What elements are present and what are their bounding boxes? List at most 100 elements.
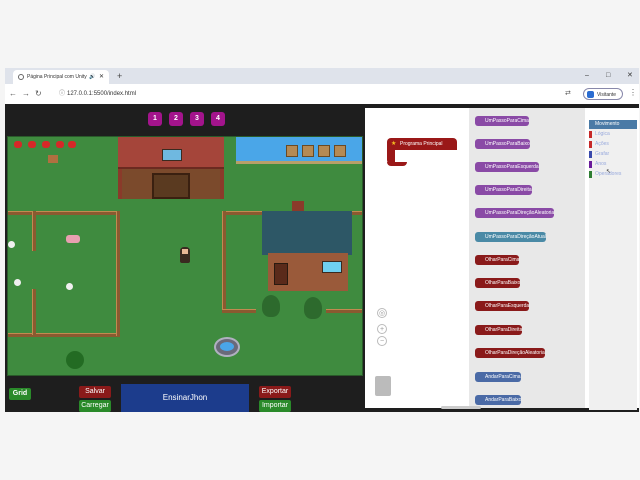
chicken xyxy=(14,279,21,286)
block-notch xyxy=(477,210,483,216)
category-label: Ações xyxy=(595,141,609,147)
recenter-icon[interactable]: ◎ xyxy=(377,308,387,318)
translate-icon[interactable]: ⇄ xyxy=(565,89,571,97)
url-field[interactable]: ⓘ 127.0.0.1:5500/index.html xyxy=(53,87,553,101)
import-button[interactable]: Importar xyxy=(259,400,291,412)
house-window xyxy=(322,261,342,273)
bush xyxy=(66,351,84,369)
category-color xyxy=(589,171,592,178)
zoom-out-icon[interactable]: − xyxy=(377,336,387,346)
fence xyxy=(222,309,256,313)
block-notch xyxy=(477,374,483,380)
blockly-workspace[interactable]: ★ Programa Principal UmPassoParaCima UmP… xyxy=(365,108,639,410)
browser-tab[interactable]: Página Principal com Unity 🔊 ✕ xyxy=(13,70,109,84)
trash-icon[interactable] xyxy=(375,376,391,396)
back-icon[interactable]: ← xyxy=(9,87,17,101)
fence xyxy=(32,289,36,335)
category-label: Lógica xyxy=(595,131,610,137)
fence xyxy=(8,333,120,337)
block-label: OlharParaCima xyxy=(485,257,520,263)
forward-icon[interactable]: → xyxy=(22,87,30,101)
barn xyxy=(118,137,224,199)
reload-icon[interactable]: ↻ xyxy=(35,87,42,101)
speaker-icon[interactable]: 🔊 xyxy=(89,70,95,84)
category-anos[interactable]: Anos xyxy=(589,160,637,169)
category-color xyxy=(589,131,592,138)
block-label: UmPassoParaDireçãoAtual xyxy=(485,234,546,240)
fence xyxy=(8,211,120,215)
block-olhar-aleatoria[interactable]: OlharParaDireçãoAleatoria xyxy=(475,348,545,358)
tree xyxy=(304,297,322,319)
zoom-in-icon[interactable]: + xyxy=(377,324,387,334)
block-notch xyxy=(477,164,483,170)
maximize-button[interactable]: □ xyxy=(606,68,610,84)
block-label: UmPassoParaDireita xyxy=(485,187,532,193)
tab-title: Página Principal com Unity xyxy=(27,74,87,80)
info-icon[interactable]: ⓘ xyxy=(59,87,65,101)
kebab-menu-icon[interactable]: ⋮ xyxy=(629,88,637,97)
block-um-passo-baixo[interactable]: UmPassoParaBaixo xyxy=(475,139,530,149)
block-um-passo-cima[interactable]: UmPassoParaCima xyxy=(475,116,529,126)
level-1-button[interactable]: 1 xyxy=(148,112,162,126)
category-label: Movimento xyxy=(595,121,620,127)
dog xyxy=(48,155,58,163)
main-program-block[interactable]: ★ Programa Principal xyxy=(387,138,459,166)
category-logica[interactable]: Lógica xyxy=(589,130,637,139)
block-andar-cima[interactable]: AndarParaCima xyxy=(475,372,521,382)
block-olhar-cima[interactable]: OlharParaCima xyxy=(475,255,520,265)
block-label: UmPassoParaDireçãoAleatoria xyxy=(485,210,555,216)
fence xyxy=(326,309,362,313)
block-olhar-baixo[interactable]: OlharParaBaixo xyxy=(475,278,521,288)
category-acoes[interactable]: Ações xyxy=(589,140,637,149)
eye-icon xyxy=(477,327,483,333)
grid-button[interactable]: Grid xyxy=(9,388,31,400)
block-label: OlharParaDireita xyxy=(485,327,523,333)
level-3-button[interactable]: 3 xyxy=(190,112,204,126)
main-program-label: Programa Principal xyxy=(400,141,443,147)
main-program-header: ★ Programa Principal xyxy=(387,138,457,150)
house xyxy=(262,201,352,291)
block-notch xyxy=(477,118,483,124)
address-bar: ← → ↻ ⓘ 127.0.0.1:5500/index.html ⇄ Visi… xyxy=(5,84,639,105)
block-label: OlharParaDireçãoAleatoria xyxy=(485,350,545,356)
block-um-passo-aleatoria[interactable]: UmPassoParaDireçãoAleatoria xyxy=(475,208,555,218)
block-olhar-esquerda[interactable]: OlharParaEsquerda xyxy=(475,301,530,311)
crate xyxy=(302,145,314,157)
page-content: 1 2 3 4 Grid Salvar Carregar EnsinarJhon… xyxy=(5,104,639,412)
load-button[interactable]: Carregar xyxy=(79,400,111,412)
heart-icon xyxy=(42,141,50,148)
block-notch xyxy=(477,234,483,240)
block-um-passo-atual[interactable]: UmPassoParaDireçãoAtual xyxy=(475,232,546,242)
game-canvas[interactable] xyxy=(7,136,363,376)
save-button[interactable]: Salvar xyxy=(79,386,111,398)
block-um-passo-direita[interactable]: UmPassoParaDireita xyxy=(475,185,532,195)
block-notch xyxy=(477,187,483,193)
crate xyxy=(334,145,346,157)
block-notch xyxy=(477,141,483,147)
category-label: Grafar xyxy=(595,151,610,157)
category-movimento[interactable]: Movimento xyxy=(589,120,637,129)
heart-icon xyxy=(28,141,36,148)
eye-icon xyxy=(477,303,483,309)
close-tab-icon[interactable]: ✕ xyxy=(99,70,104,84)
house-roof xyxy=(262,211,352,255)
block-andar-baixo[interactable]: AndarParaBaixo xyxy=(475,395,522,405)
project-name: EnsinarJhon xyxy=(121,384,249,412)
minimize-button[interactable]: – xyxy=(585,68,589,84)
workspace-scrollbar[interactable] xyxy=(441,406,481,409)
pig xyxy=(66,235,80,243)
category-operadores[interactable]: Operadores xyxy=(589,170,637,179)
category-color xyxy=(589,151,592,158)
profile-label: Visitante xyxy=(597,92,617,98)
profile-button[interactable]: Visitante xyxy=(583,88,623,100)
level-2-button[interactable]: 2 xyxy=(169,112,183,126)
house-door xyxy=(274,263,288,285)
close-window-button[interactable]: ✕ xyxy=(627,68,633,84)
block-olhar-direita[interactable]: OlharParaDireita xyxy=(475,325,523,335)
category-grafar[interactable]: Grafar xyxy=(589,150,637,159)
block-um-passo-esquerda[interactable]: UmPassoParaEsquerda xyxy=(475,162,539,172)
export-button[interactable]: Exportar xyxy=(259,386,291,398)
level-4-button[interactable]: 4 xyxy=(211,112,225,126)
new-tab-button[interactable]: + xyxy=(117,68,122,84)
block-flyout: UmPassoParaCima UmPassoParaBaixo UmPasso… xyxy=(469,108,585,408)
